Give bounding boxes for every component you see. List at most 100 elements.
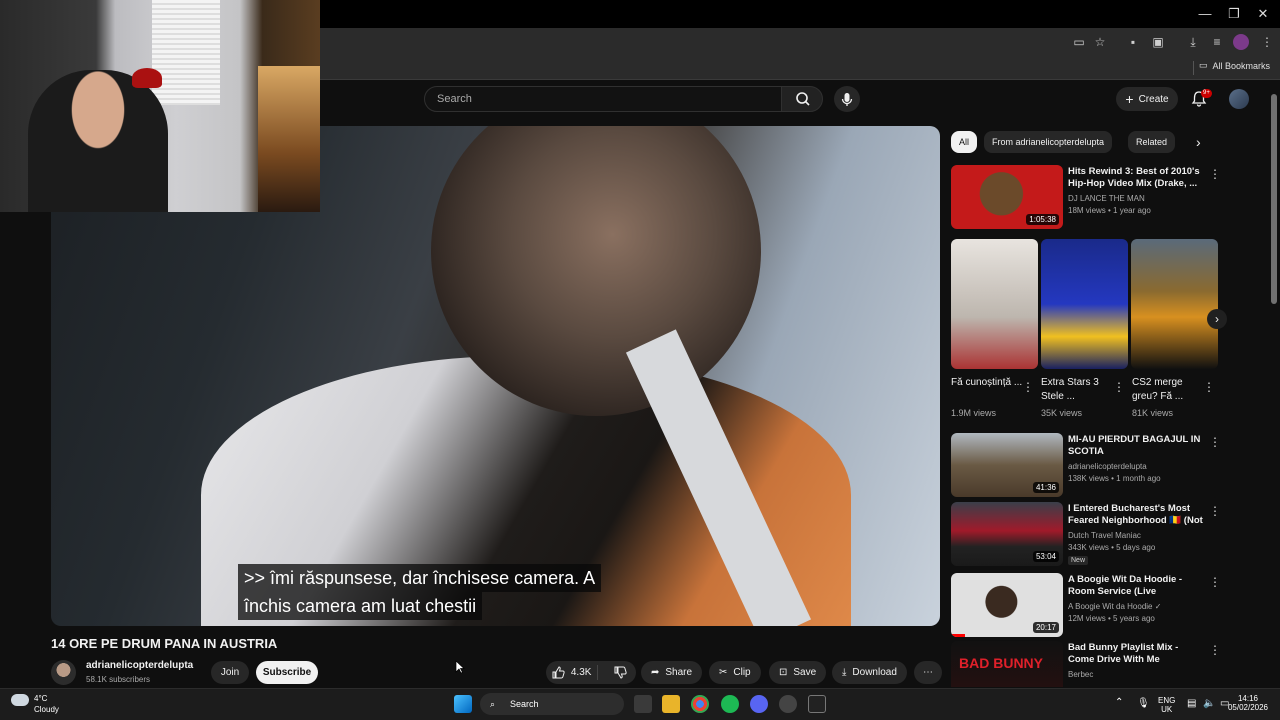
- join-button[interactable]: Join: [211, 661, 249, 684]
- scrollbar-thumb[interactable]: [1271, 94, 1277, 304]
- install-app-icon[interactable]: ▭: [1071, 34, 1087, 50]
- all-bookmarks-button[interactable]: ▭ All Bookmarks: [1199, 60, 1270, 71]
- more-vertical-icon[interactable]: ⋮: [1209, 167, 1221, 181]
- download-button[interactable]: ⤓ Download: [832, 661, 907, 684]
- clip-button[interactable]: ✂ Clip: [709, 661, 761, 684]
- channel-name[interactable]: adrianelicopterdelupta: [86, 660, 193, 671]
- more-vertical-icon[interactable]: ⋮: [1209, 435, 1221, 449]
- extension-icon[interactable]: ▪: [1125, 34, 1141, 50]
- media-control-icon[interactable]: ≡: [1209, 34, 1225, 50]
- taskbar-search[interactable]: ⌕ Search: [480, 693, 624, 715]
- related-video[interactable]: 20:17 A Boogie Wit Da Hoodie - Room Serv…: [951, 573, 1227, 637]
- video-thumbnail[interactable]: 1:05:38: [951, 165, 1063, 229]
- spotify-icon[interactable]: [721, 695, 739, 713]
- clock-date: 05/02/2026: [1227, 703, 1269, 712]
- create-label: Create: [1138, 93, 1169, 105]
- video-thumbnail[interactable]: 53:04: [951, 502, 1063, 566]
- chevron-right-icon[interactable]: ›: [1196, 134, 1212, 150]
- shorts-next-button[interactable]: ›: [1207, 309, 1227, 329]
- video-thumbnail[interactable]: 20:17: [951, 573, 1063, 637]
- short-title[interactable]: Extra Stars 3 Stele ...: [1041, 376, 1113, 404]
- video-thumbnail[interactable]: BAD BUNNY: [951, 641, 1063, 687]
- language-indicator[interactable]: ENG UK: [1158, 696, 1175, 714]
- video-channel[interactable]: adrianelicopterdelupta: [1068, 462, 1147, 471]
- subscribe-button[interactable]: Subscribe: [256, 661, 318, 684]
- puzzle-icon[interactable]: ▣: [1150, 34, 1166, 50]
- search-button[interactable]: [781, 86, 823, 112]
- video-channel[interactable]: A Boogie Wit da Hoodie ✓: [1068, 602, 1161, 611]
- related-video[interactable]: 1:05:38 Hits Rewind 3: Best of 2010's Hi…: [951, 165, 1227, 229]
- more-actions-button[interactable]: ⋯: [914, 661, 942, 684]
- save-button[interactable]: ⊡ Save: [769, 661, 827, 684]
- video-title[interactable]: Bad Bunny Playlist Mix - Come Drive With…: [1068, 642, 1206, 666]
- video-duration: 41:36: [1032, 482, 1059, 493]
- page-scrollbar[interactable]: [1271, 84, 1277, 684]
- webcam-streamer: [28, 70, 168, 212]
- close-button[interactable]: ✕: [1248, 4, 1278, 24]
- windows-start-icon[interactable]: [454, 695, 472, 713]
- related-video[interactable]: 41:36 MI-AU PIERDUT BAGAJUL IN SCOTIA ad…: [951, 433, 1227, 497]
- channel-avatar[interactable]: [51, 660, 76, 685]
- file-explorer-icon[interactable]: [662, 695, 680, 713]
- chrome-icon[interactable]: [691, 695, 709, 713]
- maximize-button[interactable]: ❐: [1219, 4, 1249, 24]
- search-input[interactable]: Search: [424, 86, 782, 112]
- video-title[interactable]: MI-AU PIERDUT BAGAJUL IN SCOTIA: [1068, 434, 1206, 458]
- network-icon[interactable]: ▤: [1187, 698, 1196, 709]
- video-title[interactable]: I Entered Bucharest's Most Feared Neighb…: [1068, 503, 1206, 527]
- create-button[interactable]: + Create: [1116, 87, 1178, 111]
- video-thumbnail[interactable]: 41:36: [951, 433, 1063, 497]
- video-channel[interactable]: Berbec: [1068, 670, 1093, 679]
- more-vertical-icon[interactable]: ⋮: [1203, 380, 1215, 394]
- video-duration: 1:05:38: [1026, 214, 1059, 225]
- more-vertical-icon[interactable]: ⋮: [1209, 575, 1221, 589]
- more-horizontal-icon: ⋯: [923, 667, 933, 678]
- short-title[interactable]: Fă cunoștință ...: [951, 376, 1023, 390]
- share-label: Share: [665, 667, 693, 678]
- short-title[interactable]: CS2 merge greu? Fă ...: [1132, 376, 1204, 404]
- star-icon[interactable]: ☆: [1092, 34, 1108, 50]
- video-title[interactable]: Hits Rewind 3: Best of 2010's Hip-Hop Vi…: [1068, 166, 1206, 190]
- like-button[interactable]: 4.3K: [546, 665, 599, 680]
- short-thumbnail[interactable]: [1041, 239, 1128, 369]
- minimize-button[interactable]: —: [1190, 4, 1220, 24]
- app-icon[interactable]: [808, 695, 826, 713]
- profile-icon[interactable]: [1233, 34, 1249, 50]
- microphone-tray-icon[interactable]: 🎙: [1137, 698, 1150, 709]
- clock[interactable]: 14:16 05/02/2026: [1224, 694, 1272, 712]
- video-stats: 138K views • 1 month ago: [1068, 474, 1161, 483]
- download-icon[interactable]: ⤓: [1185, 34, 1201, 50]
- weather-condition[interactable]: Cloudy: [34, 705, 59, 714]
- taskbar-search-label: Search: [510, 699, 539, 709]
- plus-icon: +: [1125, 91, 1134, 107]
- video-title: 14 ORE PE DRUM PANA IN AUSTRIA: [51, 636, 278, 651]
- steam-icon[interactable]: [779, 695, 797, 713]
- avatar[interactable]: [1229, 89, 1249, 109]
- voice-search-button[interactable]: [834, 86, 860, 112]
- volume-icon[interactable]: 🔈: [1203, 698, 1215, 709]
- related-video[interactable]: 53:04 I Entered Bucharest's Most Feared …: [951, 502, 1227, 566]
- clock-time: 14:16: [1237, 694, 1259, 703]
- video-channel[interactable]: DJ LANCE THE MAN: [1068, 194, 1145, 203]
- video-title[interactable]: A Boogie Wit Da Hoodie - Room Service (L…: [1068, 574, 1206, 598]
- more-vertical-icon[interactable]: ⋮: [1113, 380, 1125, 394]
- chip-from-channel[interactable]: From adrianelicopterdelupta: [984, 131, 1113, 153]
- more-vertical-icon[interactable]: ⋮: [1022, 380, 1034, 394]
- weather-temperature[interactable]: 4°C: [34, 694, 47, 703]
- chevron-up-icon[interactable]: ⌃: [1115, 697, 1123, 708]
- short-thumbnail[interactable]: [1131, 239, 1218, 369]
- chip-all[interactable]: All: [951, 131, 978, 153]
- chip-related[interactable]: Related: [1128, 131, 1176, 153]
- more-vertical-icon[interactable]: ⋮: [1209, 643, 1221, 657]
- video-channel[interactable]: Dutch Travel Maniac: [1068, 531, 1141, 540]
- menu-icon[interactable]: ⋮: [1259, 34, 1275, 50]
- dislike-button[interactable]: [604, 666, 636, 679]
- related-video[interactable]: BAD BUNNY Bad Bunny Playlist Mix - Come …: [951, 641, 1227, 687]
- more-vertical-icon[interactable]: ⋮: [1209, 504, 1221, 518]
- task-view-icon[interactable]: [634, 695, 652, 713]
- short-thumbnail[interactable]: [951, 239, 1038, 369]
- discord-icon[interactable]: [750, 695, 768, 713]
- short-views: 1.9M views: [951, 408, 997, 418]
- weather-cloud-icon[interactable]: [11, 694, 29, 706]
- share-button[interactable]: ➦ Share: [641, 661, 703, 684]
